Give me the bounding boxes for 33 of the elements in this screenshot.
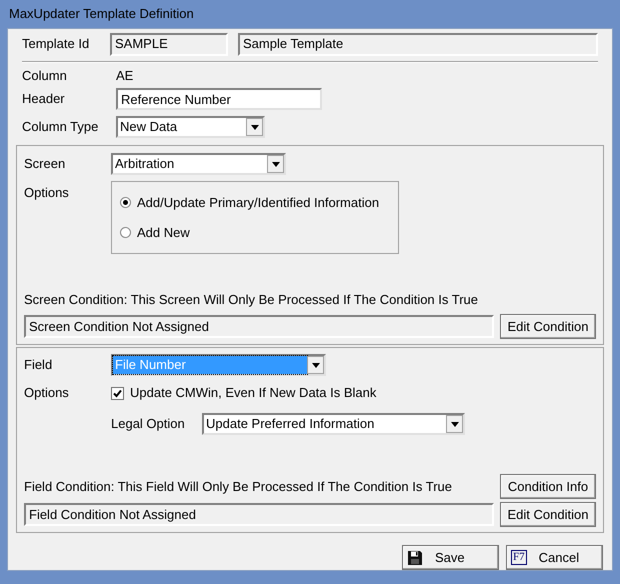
window-title: MaxUpdater Template Definition (9, 5, 194, 24)
screen-label: Screen (24, 155, 66, 174)
field-condition-caption: Field Condition: This Field Will Only Be Processed If The Condition Is True (24, 478, 453, 496)
field-label: Field (24, 356, 54, 374)
checkbox-icon[interactable] (111, 386, 124, 400)
template-name-field: Sample Template (238, 32, 598, 56)
screen-condition-caption: Screen Condition: This Screen Will Only Be Processed If The Condition Is True (24, 290, 480, 309)
legal-option-dropdown[interactable]: Update Preferred Information (202, 413, 465, 435)
radio-icon[interactable] (120, 197, 131, 208)
column-label: Column (22, 67, 68, 86)
column-type-label: Column Type (22, 118, 100, 136)
key-icon: F7 (511, 550, 527, 565)
edit-condition-button[interactable]: Edit Condition (500, 314, 596, 339)
column-type-dropdown[interactable]: New Data (116, 116, 265, 138)
column-value: AE (116, 67, 134, 86)
checkbox-label[interactable]: Update CMWin, Even If New Data Is Blank (130, 383, 376, 403)
options-label: Options (24, 184, 70, 202)
field-condition-field: Field Condition Not Assigned (24, 503, 494, 526)
condition-info-button[interactable]: Condition Info (500, 474, 596, 499)
edit-condition-button[interactable]: Edit Condition (500, 502, 596, 527)
header-field[interactable]: Reference Number (116, 88, 322, 110)
legal-option-label: Legal Option (111, 415, 186, 434)
template-id-label: Template Id (22, 35, 90, 54)
template-id-field: SAMPLE (110, 32, 228, 56)
radio-icon[interactable] (120, 226, 131, 238)
save-button[interactable]: Save (402, 545, 499, 570)
screen-dropdown[interactable]: Arbitration (111, 153, 286, 175)
screen-condition-field: Screen Condition Not Assigned (24, 315, 494, 338)
radio-label[interactable]: Add/Update Primary/Identified Information (137, 193, 380, 212)
options-label: Options (24, 384, 70, 402)
header-label: Header (22, 90, 66, 108)
cancel-button[interactable]: F7 Cancel (506, 545, 603, 570)
radio-label[interactable]: Add New (137, 222, 190, 242)
